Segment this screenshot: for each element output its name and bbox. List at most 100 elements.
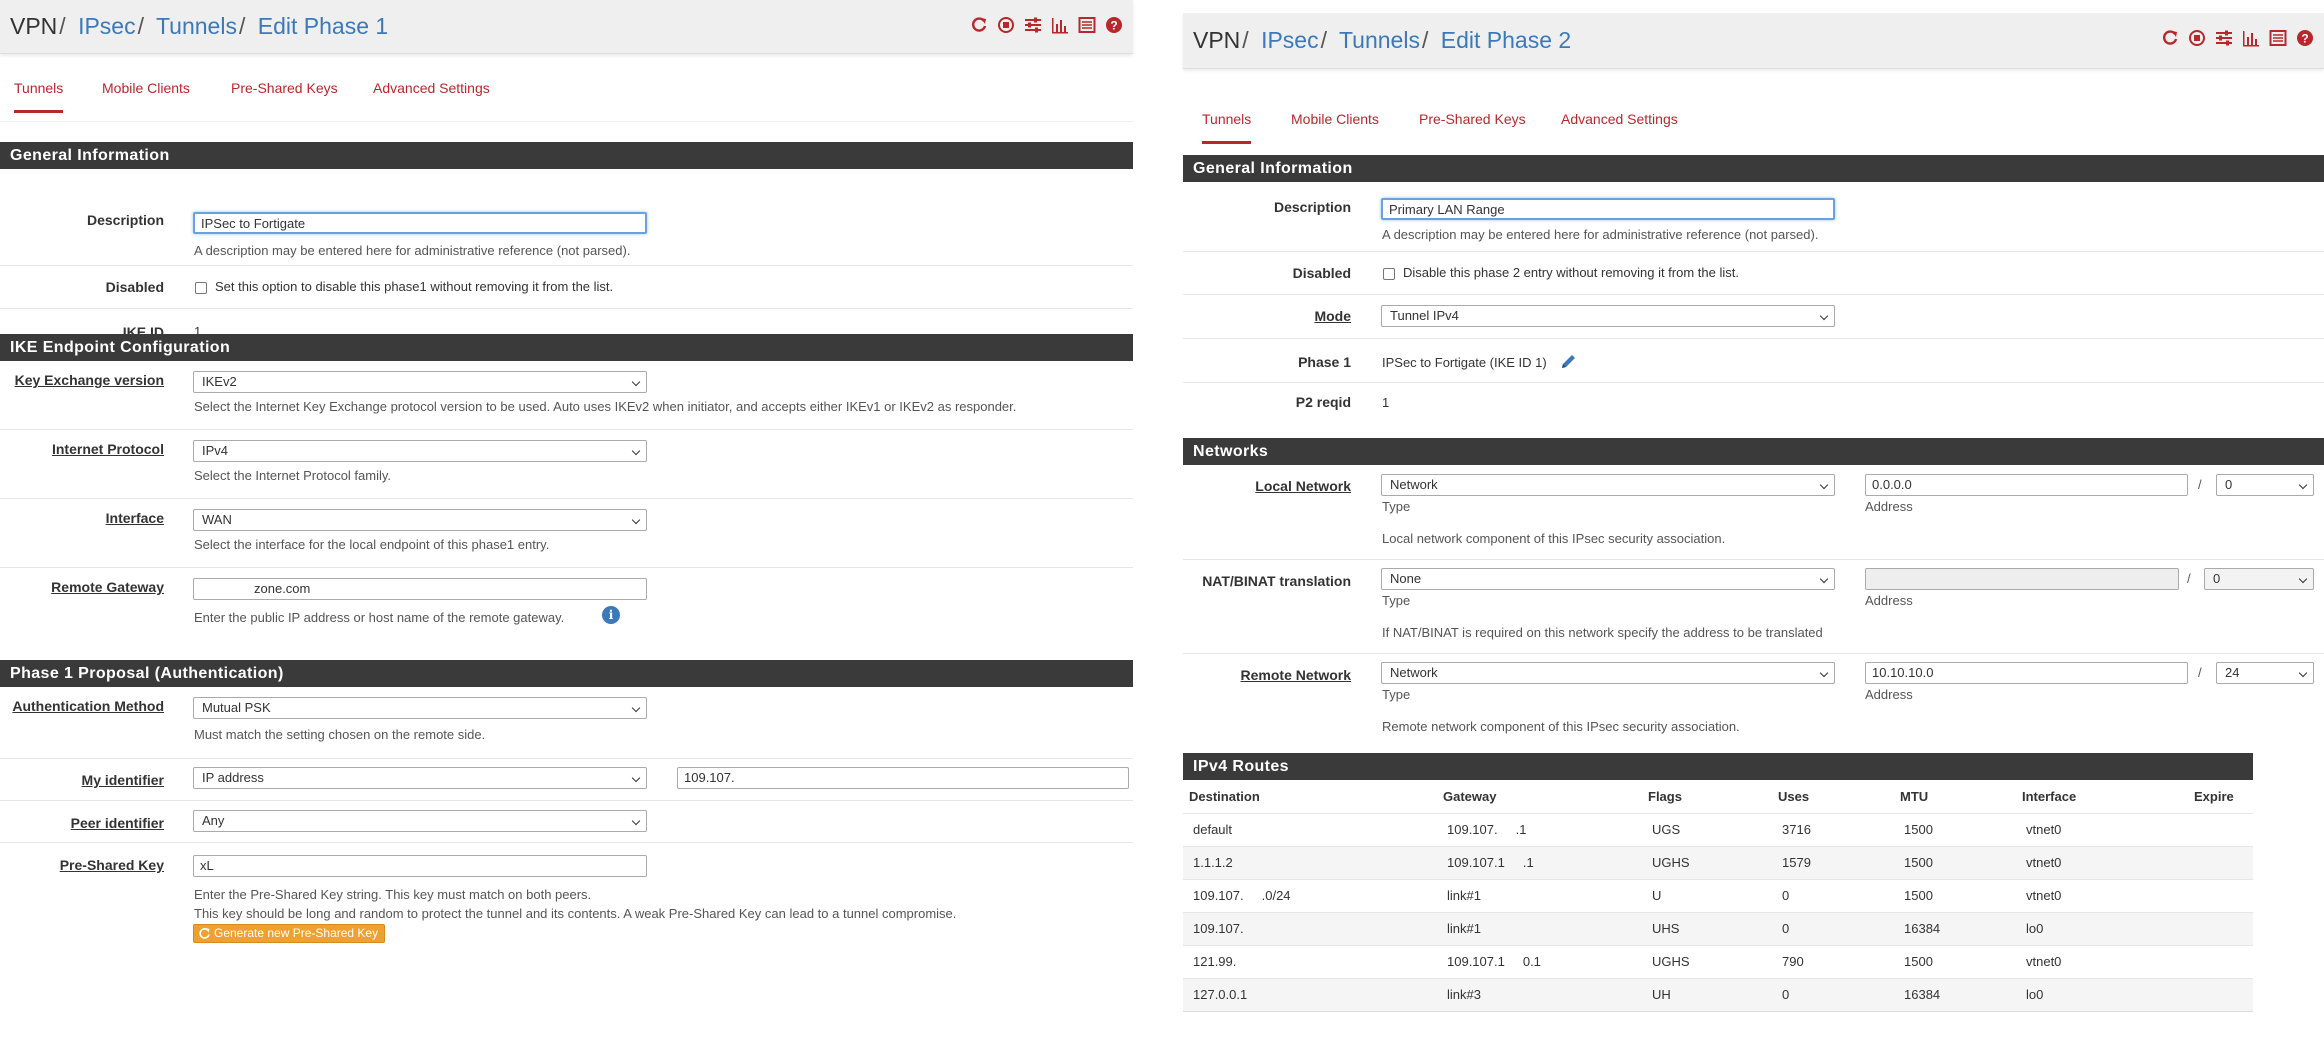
cell-mtu: 16384 xyxy=(1894,911,2016,945)
breadcrumb-sep: / xyxy=(1242,27,1249,53)
auth-method-label: Authentication Method xyxy=(12,698,164,714)
sliders-icon[interactable] xyxy=(2215,29,2233,47)
tab-advanced-settings[interactable]: Advanced Settings xyxy=(373,80,490,96)
description-input[interactable]: Primary LAN Range xyxy=(1381,198,1835,220)
tab-pre-shared-keys[interactable]: Pre-Shared Keys xyxy=(231,80,338,96)
remote-gateway-label: Remote Gateway xyxy=(51,579,164,595)
chart-icon[interactable] xyxy=(2242,29,2260,47)
breadcrumb-edit-phase2[interactable]: Edit Phase 2 xyxy=(1441,27,1571,53)
tab-advanced-settings[interactable]: Advanced Settings xyxy=(1561,111,1678,127)
tab-mobile-clients[interactable]: Mobile Clients xyxy=(1291,111,1379,127)
breadcrumb-ipsec[interactable]: IPsec xyxy=(1261,27,1319,53)
list-icon[interactable] xyxy=(2269,29,2287,47)
internet-protocol-select[interactable]: IPv4 xyxy=(193,440,647,462)
breadcrumb-sep: / xyxy=(1421,27,1429,53)
breadcrumb: VPN/ IPsec/ Tunnels/ Edit Phase 1 xyxy=(10,13,388,40)
breadcrumb-edit-phase1[interactable]: Edit Phase 1 xyxy=(258,13,388,39)
remote-network-type-select[interactable]: Network xyxy=(1381,662,1835,684)
stop-icon[interactable] xyxy=(997,16,1015,34)
description-input[interactable]: IPSec to Fortigate xyxy=(193,212,647,234)
row-mode: Mode Tunnel IPv4 xyxy=(1183,295,2324,339)
breadcrumb-ipsec[interactable]: IPsec xyxy=(78,13,136,39)
my-identifier-input[interactable]: 109.107. xyxy=(677,767,1129,789)
cell-value: 1579 xyxy=(1782,855,1811,870)
generate-psk-button[interactable]: Generate new Pre-Shared Key xyxy=(193,924,386,943)
col-interface[interactable]: Interface xyxy=(2016,780,2188,813)
info-icon[interactable]: i xyxy=(602,606,620,624)
remote-network-mask-select[interactable]: 24 xyxy=(2216,662,2314,684)
cell-value: UHS xyxy=(1652,921,1680,936)
col-flags[interactable]: Flags xyxy=(1642,780,1772,813)
cell-destination: 109.107. .0/24 xyxy=(1183,878,1437,912)
local-network-mask-select[interactable]: 0 xyxy=(2216,474,2314,496)
cell-value: 1500 xyxy=(1904,888,1933,903)
reload-icon[interactable] xyxy=(2161,29,2179,47)
stop-icon[interactable] xyxy=(2188,29,2206,47)
interface-select[interactable]: WAN xyxy=(193,509,647,531)
help-icon[interactable]: ? xyxy=(1105,16,1123,34)
table-row: 109.107. .0/24 link#1 U 0 1500 vtnet0 xyxy=(1183,878,2253,912)
my-identifier-select[interactable]: IP address xyxy=(193,767,647,789)
nat-address-input[interactable] xyxy=(1865,568,2179,590)
breadcrumb-vpn: VPN xyxy=(10,13,58,39)
col-expire[interactable]: Expire xyxy=(2188,780,2253,813)
mode-select[interactable]: Tunnel IPv4 xyxy=(1381,305,1835,327)
breadcrumb: VPN/ IPsec/ Tunnels/ Edit Phase 2 xyxy=(1193,27,1571,54)
remote-gateway-input[interactable]: zone.com xyxy=(193,578,647,600)
auth-method-select[interactable]: Mutual PSK xyxy=(193,697,647,719)
mode-label: Mode xyxy=(1314,308,1351,324)
local-network-address-input[interactable]: 0.0.0.0 xyxy=(1865,474,2188,496)
disabled-checkbox[interactable] xyxy=(195,282,207,294)
row-remote-network: Remote Network Network Type 10.10.10.0 /… xyxy=(1183,654,2324,748)
nat-mask-select[interactable]: 0 xyxy=(2204,568,2314,590)
routes-table: Destination Gateway Flags Uses MTU Inter… xyxy=(1183,780,2253,1012)
cell-value: link#1 xyxy=(1447,888,1481,903)
help-icon[interactable]: ? xyxy=(2296,29,2314,47)
cell-value: default xyxy=(1193,822,1233,837)
cell-uses: 0 xyxy=(1772,878,1894,912)
reload-icon[interactable] xyxy=(970,16,988,34)
pre-shared-key-input[interactable]: xL xyxy=(193,855,647,877)
cell-mtu: 1500 xyxy=(1894,845,2016,879)
sliders-icon[interactable] xyxy=(1024,16,1042,34)
nat-binat-label: NAT/BINAT translation xyxy=(1202,573,1351,589)
cell-value: 109.107.1 xyxy=(1447,855,1505,870)
disabled-checkbox[interactable] xyxy=(1383,268,1395,280)
remote-network-address-input[interactable]: 10.10.10.0 xyxy=(1865,662,2188,684)
col-uses[interactable]: Uses xyxy=(1772,780,1894,813)
peer-identifier-select[interactable]: Any xyxy=(193,810,647,832)
chart-icon[interactable] xyxy=(1051,16,1069,34)
breadcrumb-sep: / xyxy=(137,13,144,39)
list-icon[interactable] xyxy=(1078,16,1096,34)
remote-address-caption: Address xyxy=(1865,687,1913,702)
cell-expire xyxy=(2188,977,2253,1011)
cell-value: 0 xyxy=(1782,987,1790,1002)
table-row: 127.0.0.1 link#3 UH 0 16384 lo0 xyxy=(1183,977,2253,1011)
breadcrumb-tunnels[interactable]: Tunnels xyxy=(156,13,237,39)
tab-mobile-clients[interactable]: Mobile Clients xyxy=(102,80,190,96)
nat-type-select[interactable]: None xyxy=(1381,568,1835,590)
pencil-icon[interactable] xyxy=(1560,353,1577,370)
header-icons: ? xyxy=(970,16,1123,34)
cell-interface: vtnet0 xyxy=(2016,812,2188,846)
internet-protocol-help: Select the Internet Protocol family. xyxy=(194,468,392,483)
cell-interface: lo0 xyxy=(2016,977,2188,1011)
cell-interface: vtnet0 xyxy=(2016,878,2188,912)
auth-method-help: Must match the setting chosen on the rem… xyxy=(194,727,486,742)
cell-flags: UGHS xyxy=(1642,944,1772,978)
cell-destination: 127.0.0.1 xyxy=(1183,977,1437,1011)
breadcrumb-tunnels[interactable]: Tunnels xyxy=(1339,27,1420,53)
tab-pre-shared-keys[interactable]: Pre-Shared Keys xyxy=(1419,111,1526,127)
cell-gateway: 109.107. .1 xyxy=(1437,812,1642,846)
local-address-caption: Address xyxy=(1865,499,1913,514)
col-gateway[interactable]: Gateway xyxy=(1437,780,1642,813)
key-exchange-select[interactable]: IKEv2 xyxy=(193,371,647,393)
col-destination[interactable]: Destination xyxy=(1183,780,1437,813)
cell-mtu: 1500 xyxy=(1894,878,2016,912)
cell-interface: vtnet0 xyxy=(2016,845,2188,879)
local-network-type-select[interactable]: Network xyxy=(1381,474,1835,496)
col-mtu[interactable]: MTU xyxy=(1894,780,2016,813)
table-row: 121.99. 109.107.1 0.1 UGHS 790 1500 vtnet0 xyxy=(1183,944,2253,978)
tab-tunnels[interactable]: Tunnels xyxy=(1202,111,1252,144)
tab-tunnels[interactable]: Tunnels xyxy=(14,80,64,113)
